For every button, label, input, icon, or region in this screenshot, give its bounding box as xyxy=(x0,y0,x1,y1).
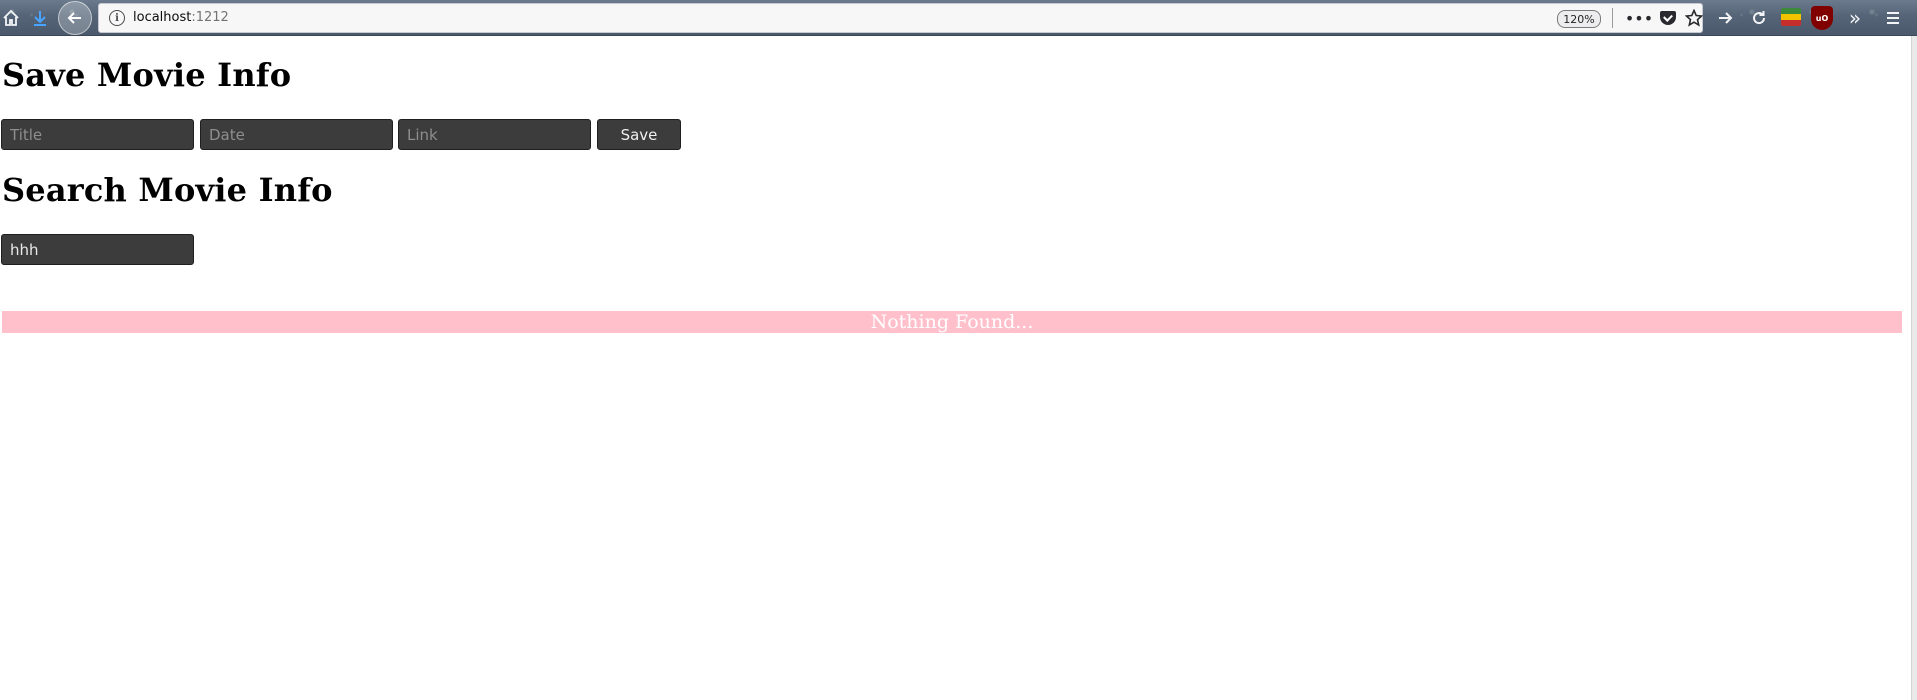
extension-flag-icon[interactable] xyxy=(1781,8,1801,26)
search-input[interactable] xyxy=(1,234,194,265)
url-text[interactable]: localhost:1212 xyxy=(133,10,229,25)
back-icon[interactable] xyxy=(58,1,92,35)
scrollbar-track[interactable] xyxy=(1911,36,1917,700)
page-content: Save Movie Info Save Search Movie Info N… xyxy=(0,36,1910,700)
title-input[interactable] xyxy=(1,119,194,150)
menu-icon[interactable] xyxy=(1878,3,1908,33)
bookmark-star-icon[interactable] xyxy=(1682,7,1706,29)
nothing-found-message: Nothing Found... xyxy=(870,311,1034,333)
download-icon[interactable] xyxy=(25,3,55,33)
overflow-icon[interactable]: » xyxy=(1840,3,1870,33)
pocket-icon[interactable] xyxy=(1656,7,1680,29)
save-movie-heading: Save Movie Info xyxy=(2,56,292,94)
home-icon[interactable] xyxy=(0,3,26,33)
zoom-level-badge[interactable]: 120% xyxy=(1557,10,1601,28)
browser-toolbar: i localhost:1212 120% ••• uO » xyxy=(0,0,1917,36)
save-button[interactable]: Save xyxy=(597,119,681,150)
nothing-found-banner: Nothing Found... xyxy=(2,311,1902,333)
url-separator xyxy=(1612,8,1613,28)
url-bar[interactable]: i localhost:1212 120% ••• xyxy=(98,3,1703,33)
url-port: :1212 xyxy=(191,10,229,25)
ublock-icon[interactable]: uO xyxy=(1811,6,1833,30)
search-movie-heading: Search Movie Info xyxy=(2,171,333,209)
date-input[interactable] xyxy=(200,119,393,150)
more-icon[interactable]: ••• xyxy=(1625,7,1653,29)
info-icon[interactable]: i xyxy=(109,10,125,26)
url-host: localhost xyxy=(133,10,192,25)
forward-icon[interactable] xyxy=(1710,3,1740,33)
link-input[interactable] xyxy=(398,119,591,150)
reload-icon[interactable] xyxy=(1744,3,1774,33)
